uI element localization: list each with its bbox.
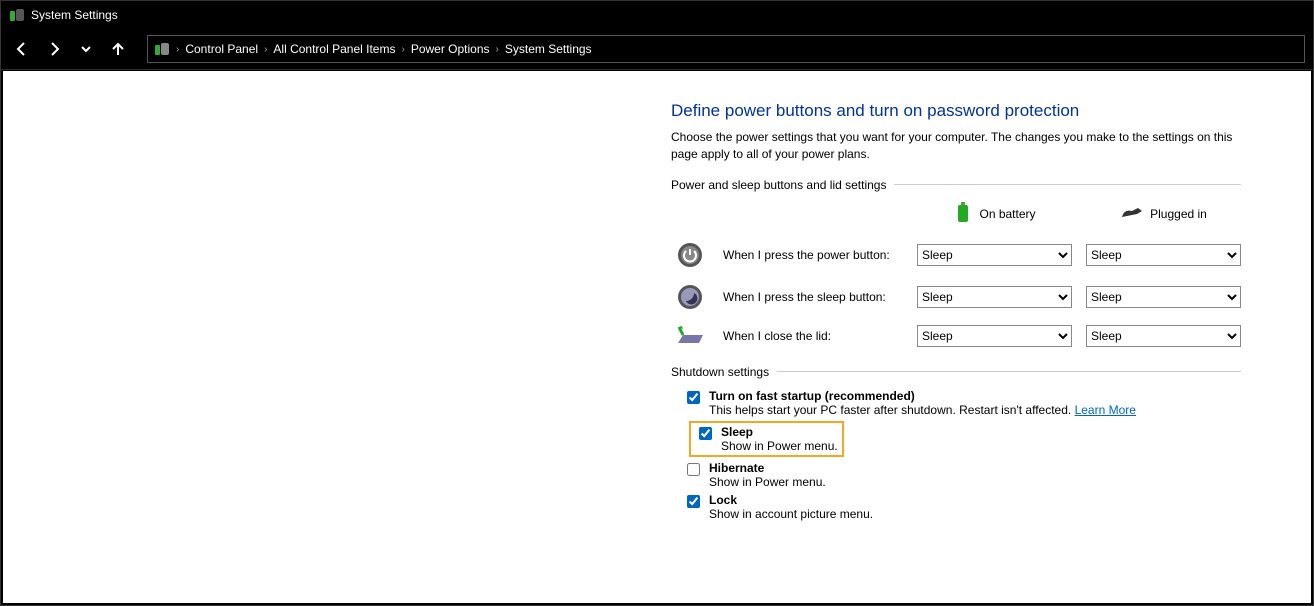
row-label-lid: When I close the lid: xyxy=(723,329,903,343)
sleep-button-icon xyxy=(671,283,709,311)
window: System Settings › Control Panel › All Co… xyxy=(0,0,1314,606)
sleep-button-battery-select[interactable]: Sleep xyxy=(917,286,1072,308)
breadcrumb-item[interactable]: All Control Panel Items xyxy=(273,42,395,56)
row-label-sleep-button: When I press the sleep button: xyxy=(723,290,903,304)
fast-startup-checkbox[interactable] xyxy=(687,391,700,404)
chevron-right-icon: › xyxy=(401,44,404,55)
up-button[interactable] xyxy=(105,36,131,62)
address-bar[interactable]: › Control Panel › All Control Panel Item… xyxy=(147,35,1305,63)
power-button-icon xyxy=(671,241,709,269)
power-button-plugged-select[interactable]: Sleep xyxy=(1086,244,1241,266)
folder-icon xyxy=(154,41,170,57)
lock-label: Lock xyxy=(709,493,873,507)
power-button-battery-select[interactable]: Sleep xyxy=(917,244,1072,266)
plug-icon xyxy=(1120,205,1144,224)
fast-startup-row: Turn on fast startup (recommended) This … xyxy=(671,389,1241,417)
app-icon xyxy=(9,7,25,23)
fast-startup-desc: This helps start your PC faster after sh… xyxy=(709,403,1136,417)
page-description: Choose the power settings that you want … xyxy=(671,129,1241,164)
row-label-power-button: When I press the power button: xyxy=(723,248,903,262)
hibernate-row: Hibernate Show in Power menu. xyxy=(671,461,1241,489)
chevron-right-icon: › xyxy=(496,44,499,55)
sleep-desc: Show in Power menu. xyxy=(721,439,838,453)
window-title: System Settings xyxy=(31,8,118,22)
lock-checkbox[interactable] xyxy=(687,495,700,508)
lock-desc: Show in account picture menu. xyxy=(709,507,873,521)
breadcrumb-item[interactable]: Power Options xyxy=(411,42,490,56)
lock-row: Lock Show in account picture menu. xyxy=(671,493,1241,521)
learn-more-link[interactable]: Learn More xyxy=(1075,403,1136,417)
page-title: Define power buttons and turn on passwor… xyxy=(671,101,1241,121)
hibernate-checkbox[interactable] xyxy=(687,463,700,476)
breadcrumb-item[interactable]: Control Panel xyxy=(185,42,258,56)
breadcrumb-item[interactable]: System Settings xyxy=(505,42,592,56)
nav-bar: › Control Panel › All Control Panel Item… xyxy=(1,29,1313,70)
content-area: Define power buttons and turn on passwor… xyxy=(3,71,1311,603)
back-button[interactable] xyxy=(9,36,35,62)
lid-icon xyxy=(671,325,709,347)
sleep-button-plugged-select[interactable]: Sleep xyxy=(1086,286,1241,308)
sleep-label: Sleep xyxy=(721,425,838,439)
sleep-highlight: Sleep Show in Power menu. xyxy=(689,421,844,457)
section-label-shutdown: Shutdown settings xyxy=(671,365,1241,379)
sleep-checkbox[interactable] xyxy=(699,427,712,440)
lid-battery-select[interactable]: Sleep xyxy=(917,325,1072,347)
power-sleep-grid: On battery Plugged in When I press the p… xyxy=(671,202,1241,347)
col-header-plugged: Plugged in xyxy=(1086,205,1241,224)
chevron-right-icon: › xyxy=(176,44,179,55)
hibernate-label: Hibernate xyxy=(709,461,826,475)
col-header-battery: On battery xyxy=(917,202,1072,227)
hibernate-desc: Show in Power menu. xyxy=(709,475,826,489)
lid-plugged-select[interactable]: Sleep xyxy=(1086,325,1241,347)
fast-startup-label: Turn on fast startup (recommended) xyxy=(709,389,1136,403)
sleep-row: Sleep Show in Power menu. xyxy=(671,421,1241,457)
recent-dropdown[interactable] xyxy=(73,36,99,62)
section-label-power-sleep: Power and sleep buttons and lid settings xyxy=(671,178,1241,192)
battery-icon xyxy=(953,202,973,227)
chevron-right-icon: › xyxy=(264,44,267,55)
forward-button[interactable] xyxy=(41,36,67,62)
title-bar: System Settings xyxy=(1,1,1313,29)
